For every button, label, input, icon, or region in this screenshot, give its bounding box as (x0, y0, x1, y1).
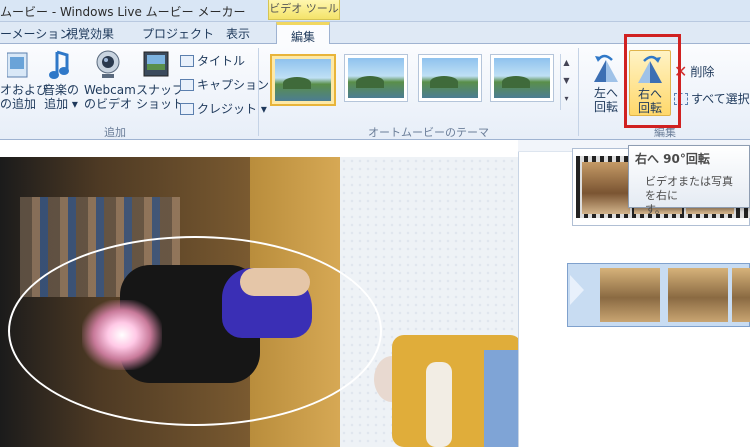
select-all-label: すべて選択 (691, 92, 750, 106)
clip-2-frame (732, 268, 750, 322)
group-separator (258, 48, 259, 136)
video-tools-context-header: ビデオ ツール (268, 0, 340, 20)
theme-4-preview (494, 58, 550, 98)
add-music-line2: 追加 ▾ (44, 97, 78, 111)
theme-2-preview (348, 58, 404, 98)
gallery-scroll-down-icon[interactable]: ▼ (561, 72, 572, 90)
title-icon (180, 54, 194, 67)
preview-bottle (426, 362, 452, 447)
music-note-icon (49, 50, 69, 79)
tooltip-line1: ビデオまたは写真を右に (645, 175, 733, 202)
rotate-left-line1: 左へ (593, 86, 618, 100)
rotate-left-button[interactable]: 左へ 回転 (586, 50, 626, 116)
theme-thumbnail-2[interactable] (344, 54, 408, 102)
tab-edit[interactable]: 編集 (276, 22, 331, 45)
clip-2-frame (668, 268, 728, 322)
title-button[interactable]: タイトル (180, 52, 245, 69)
snapshot-line2: ショット (136, 97, 185, 111)
theme-thumbnail-3[interactable] (418, 54, 482, 102)
delete-label: 削除 (690, 65, 715, 79)
add-music-line1: 音楽の (42, 83, 79, 97)
tab-project[interactable]: プロジェクト (142, 25, 214, 42)
tab-visual-effects[interactable]: 視覚効果 (66, 25, 114, 42)
photos-icon (7, 52, 28, 78)
credits-label: クレジット ▾ (197, 102, 267, 116)
add-music-button[interactable]: 音楽の 追加 ▾ (40, 50, 82, 111)
tooltip-line2: す。 (645, 203, 666, 216)
rotate-left-icon (594, 54, 618, 82)
gallery-scroll[interactable]: ▲ ▼ ▾ (560, 54, 572, 110)
snapshot-icon (143, 51, 169, 77)
annotation-ellipse (8, 236, 382, 426)
credits-button[interactable]: クレジット ▾ (180, 100, 267, 117)
gallery-scroll-up-icon[interactable]: ▲ (561, 54, 572, 72)
select-all-button[interactable]: すべて選択 (674, 90, 750, 107)
title-label: タイトル (197, 54, 246, 68)
tooltip-body: ビデオまたは写真を右に す。 (635, 175, 743, 217)
window-title: ムービー - Windows Live ムービー メーカー (0, 5, 246, 19)
title-bar: ムービー - Windows Live ムービー メーカー ビデオ ツール (0, 0, 750, 22)
theme-1-preview (275, 59, 331, 101)
clip-1-frame (582, 162, 630, 214)
tab-view[interactable]: 表示 (226, 25, 250, 42)
add-videos-photos-button[interactable]: オおよび の追加 (0, 50, 48, 111)
theme-3-preview (422, 58, 478, 98)
group-separator (578, 48, 579, 136)
clip-2-start-marker (570, 275, 584, 305)
tooltip-title: 右へ 90°回転 (635, 152, 710, 166)
webcam-video-button[interactable]: Webcam のビデオ (84, 50, 136, 111)
snapshot-line1: スナップ (136, 83, 185, 97)
gallery-expand-icon[interactable]: ▾ (561, 90, 572, 108)
annotation-highlight-box (624, 34, 681, 128)
caption-icon (180, 78, 194, 91)
webcam-video-line2: のビデオ (84, 97, 133, 111)
rotate-right-tooltip: 右へ 90°回転 ビデオまたは写真を右に す。 (628, 145, 750, 216)
credits-icon (180, 102, 194, 115)
group-label-add: 追加 (104, 126, 126, 139)
caption-button[interactable]: キャプション (180, 76, 269, 93)
rotate-left-line2: 回転 (593, 100, 618, 114)
preview-blue-object (484, 350, 518, 447)
snapshot-button[interactable]: スナップ ショット (136, 50, 184, 111)
tab-animations[interactable]: ーメーション (0, 25, 71, 42)
clip-2-frame (600, 268, 660, 322)
webcam-video-line1: Webcam (84, 83, 136, 97)
automovie-theme-gallery: ▲ ▼ ▾ (264, 50, 572, 114)
theme-thumbnail-4[interactable] (490, 54, 554, 102)
add-videos-photos-line2: の追加 (0, 97, 37, 111)
group-label-theme: オートムービーのテーマ (368, 126, 489, 139)
theme-thumbnail-1[interactable] (270, 54, 336, 106)
webcam-icon (96, 50, 120, 78)
